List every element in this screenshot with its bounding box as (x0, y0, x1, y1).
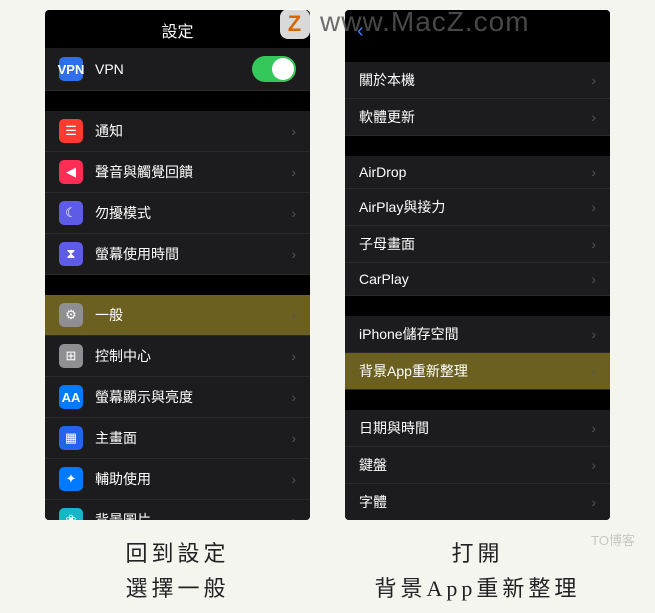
chevron-right-icon: › (591, 420, 596, 436)
row-icon: ✦ (59, 467, 83, 491)
vpn-label: VPN (95, 61, 252, 77)
chevron-right-icon: › (591, 457, 596, 473)
settings-row[interactable]: ▦ 主畫面› (45, 418, 310, 459)
row-icon: ❀ (59, 508, 83, 520)
chevron-right-icon: › (291, 348, 296, 364)
settings-row[interactable]: ☰ 通知› (45, 111, 310, 152)
settings-row[interactable]: ⧗ 螢幕使用時間› (45, 234, 310, 275)
chevron-right-icon: › (291, 123, 296, 139)
settings-screen: 設定 VPN VPN ☰通知›◀聲音與觸覺回饋›☾勿擾模式›⧗螢幕使用時間› ⚙… (45, 10, 310, 520)
row-icon: ☾ (59, 201, 83, 225)
chevron-right-icon: › (291, 246, 296, 262)
settings-row[interactable]: ❀ 背景圖片› (45, 500, 310, 520)
settings-row[interactable]: AirDrop› (345, 156, 610, 189)
vpn-row[interactable]: VPN VPN (45, 48, 310, 91)
settings-row[interactable]: iPhone儲存空間› (345, 316, 610, 353)
settings-row[interactable]: 日期與時間› (345, 410, 610, 447)
general-screen: ‹ 關於本機›軟體更新› AirDrop›AirPlay與接力›子母畫面›Car… (345, 10, 610, 520)
settings-row[interactable]: AA 螢幕顯示與亮度› (45, 377, 310, 418)
row-label: 鍵盤 (359, 455, 591, 475)
settings-row[interactable]: ◀ 聲音與觸覺回饋› (45, 152, 310, 193)
row-icon: ⧗ (59, 242, 83, 266)
settings-row[interactable]: ⊞ 控制中心› (45, 336, 310, 377)
row-label: 一般 (95, 305, 291, 325)
settings-row[interactable]: ⚙ 一般› (45, 295, 310, 336)
row-label: 聲音與觸覺回饋 (95, 162, 291, 182)
settings-row[interactable]: 字體› (345, 484, 610, 520)
chevron-right-icon: › (591, 164, 596, 180)
chevron-right-icon: › (591, 199, 596, 215)
left-caption: 回到設定 選擇一般 (45, 536, 310, 606)
screen-title: 設定 (45, 10, 310, 48)
vpn-icon: VPN (59, 57, 83, 81)
watermark: Zwww.MacZ.com (280, 6, 530, 39)
row-label: CarPlay (359, 271, 591, 287)
chevron-right-icon: › (591, 271, 596, 287)
row-label: 主畫面 (95, 428, 291, 448)
row-label: 軟體更新 (359, 107, 591, 127)
blog-watermark: TO博客 (591, 530, 635, 549)
row-label: 勿擾模式 (95, 203, 291, 223)
chevron-right-icon: › (591, 72, 596, 88)
z-logo-icon: Z (280, 9, 310, 39)
row-label: 字體 (359, 492, 591, 512)
chevron-right-icon: › (291, 430, 296, 446)
row-label: AirDrop (359, 164, 591, 180)
settings-row[interactable]: CarPlay› (345, 263, 610, 296)
settings-row[interactable]: 軟體更新› (345, 99, 610, 136)
row-label: 輔助使用 (95, 469, 291, 489)
row-label: AirPlay與接力 (359, 197, 591, 217)
chevron-right-icon: › (591, 363, 596, 379)
chevron-right-icon: › (591, 326, 596, 342)
settings-row[interactable]: AirPlay與接力› (345, 189, 610, 226)
settings-row[interactable]: 關於本機› (345, 62, 610, 99)
row-icon: ⚙ (59, 303, 83, 327)
settings-row[interactable]: 背景App重新整理› (345, 353, 610, 390)
chevron-right-icon: › (291, 471, 296, 487)
chevron-right-icon: › (291, 512, 296, 520)
row-label: 日期與時間 (359, 418, 591, 438)
settings-row[interactable]: 子母畫面› (345, 226, 610, 263)
chevron-right-icon: › (291, 164, 296, 180)
row-label: iPhone儲存空間 (359, 324, 591, 344)
row-icon: ◀ (59, 160, 83, 184)
row-icon: ⊞ (59, 344, 83, 368)
row-label: 螢幕顯示與亮度 (95, 387, 291, 407)
row-label: 背景圖片 (95, 510, 291, 520)
row-label: 背景App重新整理 (359, 361, 591, 381)
chevron-right-icon: › (291, 389, 296, 405)
row-label: 關於本機 (359, 70, 591, 90)
row-icon: ▦ (59, 426, 83, 450)
settings-row[interactable]: 鍵盤› (345, 447, 610, 484)
row-label: 子母畫面 (359, 234, 591, 254)
chevron-right-icon: › (591, 236, 596, 252)
row-label: 通知 (95, 121, 291, 141)
vpn-toggle[interactable] (252, 56, 296, 82)
row-label: 控制中心 (95, 346, 291, 366)
chevron-right-icon: › (591, 109, 596, 125)
right-caption: 打開 背景App重新整理 (345, 536, 610, 606)
chevron-right-icon: › (291, 205, 296, 221)
chevron-right-icon: › (591, 494, 596, 510)
settings-row[interactable]: ☾ 勿擾模式› (45, 193, 310, 234)
row-label: 螢幕使用時間 (95, 244, 291, 264)
row-icon: ☰ (59, 119, 83, 143)
chevron-right-icon: › (291, 307, 296, 323)
row-icon: AA (59, 385, 83, 409)
settings-row[interactable]: ✦ 輔助使用› (45, 459, 310, 500)
